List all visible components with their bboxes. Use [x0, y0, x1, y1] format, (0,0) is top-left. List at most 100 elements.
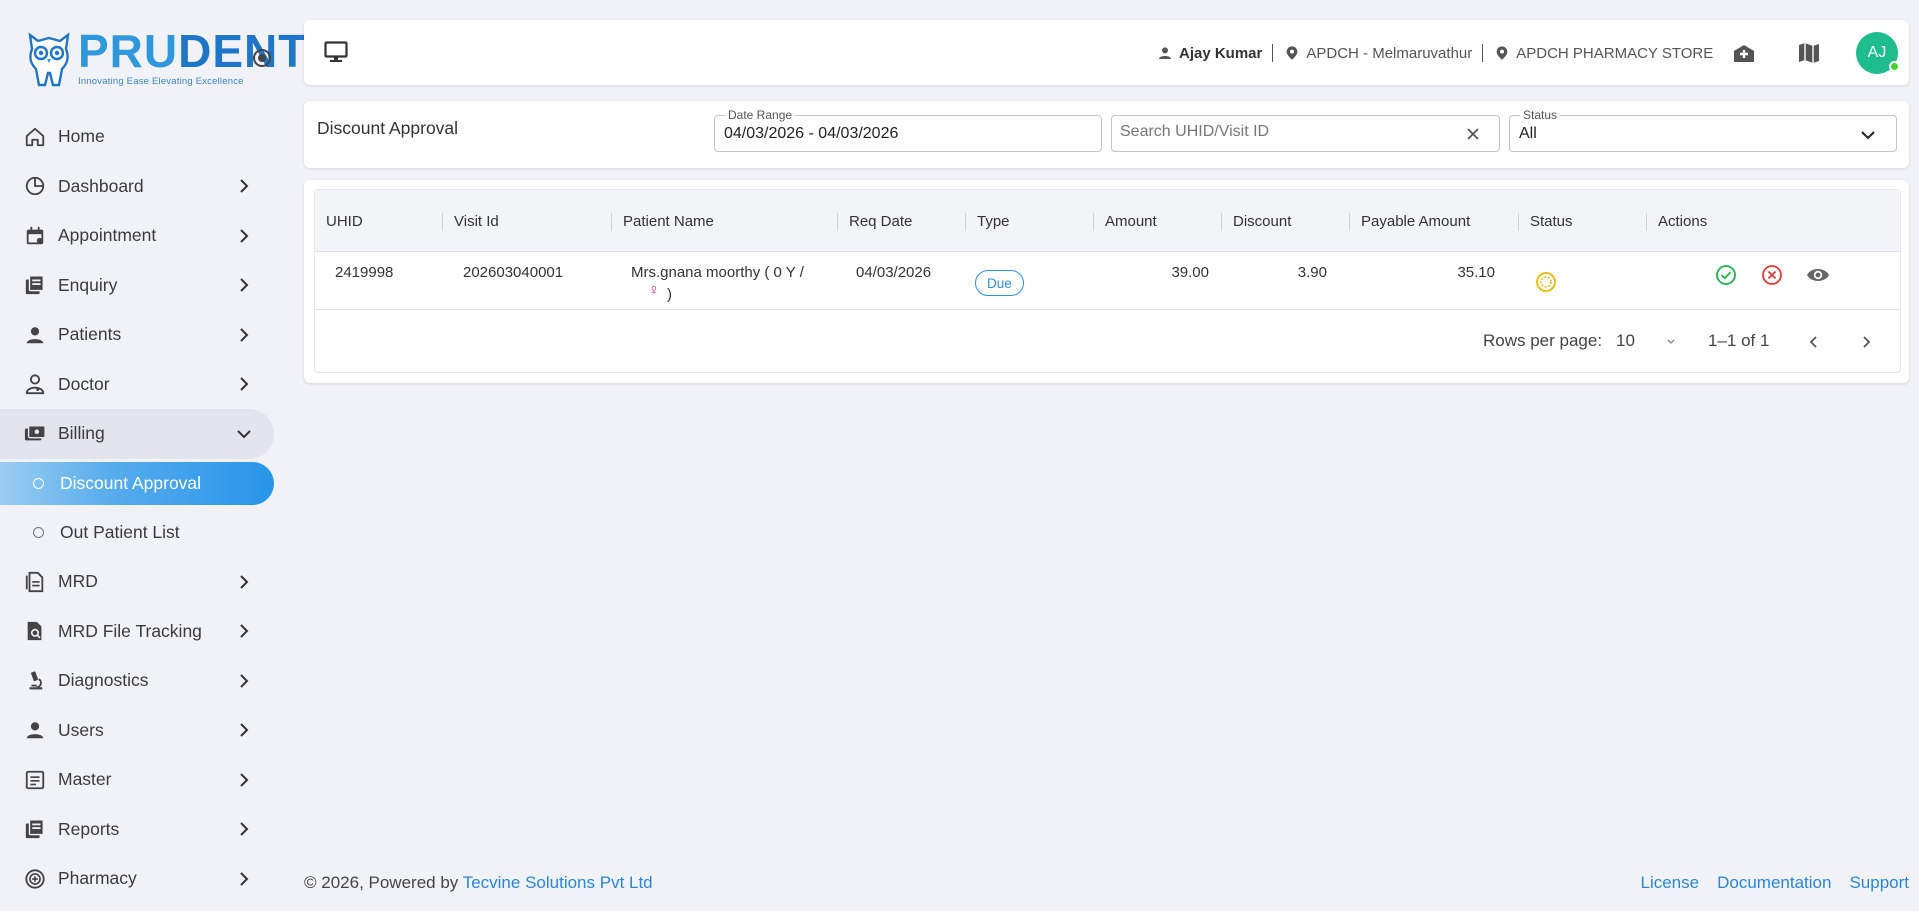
column-header-patient-name[interactable]: Patient Name — [612, 190, 838, 252]
license-link[interactable]: License — [1641, 873, 1700, 893]
sidebar-item-enquiry[interactable]: Enquiry — [0, 261, 285, 311]
status-label: Status — [1520, 108, 1561, 122]
rows-per-page-select[interactable]: 10 — [1616, 331, 1676, 353]
page-title: Discount Approval — [317, 118, 459, 138]
person-icon — [24, 324, 46, 346]
sidebar-item-dashboard[interactable]: Dashboard — [0, 162, 285, 212]
chevron-right-icon — [240, 179, 249, 193]
chevron-right-icon — [1863, 336, 1871, 348]
separator — [1272, 44, 1274, 62]
sidebar-item-label: Doctor — [58, 373, 110, 394]
sidebar: PRUDENT Innovating Ease Elevating Excell… — [0, 0, 306, 911]
user-context: Ajay Kumar APDCH - Melmaruvathur APDCH P… — [1156, 42, 1713, 64]
list-box-icon — [24, 769, 46, 791]
pharmacy-store-button[interactable] — [1731, 40, 1757, 66]
sidebar-item-label: Appointment — [58, 225, 157, 246]
column-header-type[interactable]: Type — [966, 190, 1094, 252]
owl-tooth-logo-icon — [28, 31, 70, 86]
sidebar-item-label: Users — [58, 719, 104, 740]
support-link[interactable]: Support — [1849, 873, 1909, 893]
search-field[interactable] — [1111, 115, 1500, 152]
rows-per-page-value: 10 — [1616, 331, 1635, 350]
column-header-status[interactable]: Status — [1519, 190, 1647, 252]
column-header-uhid[interactable]: UHID — [315, 190, 443, 252]
pharmacy-icon — [24, 868, 46, 890]
top-bar: Ajay Kumar APDCH - Melmaruvathur APDCH P… — [304, 20, 1909, 85]
map-icon — [1799, 43, 1819, 63]
reports-icon — [24, 818, 46, 840]
microscope-icon — [24, 670, 46, 692]
sidebar-item-doctor[interactable]: Doctor — [0, 360, 285, 410]
sidebar-item-patients[interactable]: Patients — [0, 310, 285, 360]
sidebar-item-appointment[interactable]: Appointment — [0, 211, 285, 261]
column-header-visit-id[interactable]: Visit Id — [443, 190, 612, 252]
chevron-left-icon — [1809, 336, 1817, 348]
store-name: APDCH PHARMACY STORE — [1516, 44, 1714, 62]
sidebar-subitem-label: Discount Approval — [60, 472, 202, 493]
status-value: All — [1519, 125, 1537, 142]
sidebar-item-label: Billing — [58, 423, 105, 444]
sidebar-item-billing[interactable]: Billing — [0, 409, 274, 459]
table-row[interactable]: 2419998 202603040001 Mrs.gnana moorthy (… — [315, 252, 1900, 310]
sidebar-item-mrd[interactable]: MRD — [0, 557, 285, 607]
billing-icon — [24, 423, 46, 445]
pending-icon — [1536, 272, 1556, 292]
sidebar-item-home[interactable]: Home — [0, 112, 285, 162]
chevron-right-icon — [240, 278, 249, 292]
column-header-payable-amount[interactable]: Payable Amount — [1350, 190, 1519, 252]
calendar-icon — [24, 225, 46, 247]
discount-table: UHID Visit Id Patient Name Req Date Type… — [314, 189, 1901, 373]
rows-per-page-label: Rows per page: — [1483, 331, 1603, 350]
caret-down-icon — [1667, 339, 1675, 344]
documentation-link[interactable]: Documentation — [1717, 873, 1831, 893]
documents-icon — [24, 274, 46, 296]
column-header-req-date[interactable]: Req Date — [838, 190, 966, 252]
sidebar-item-pharmacy[interactable]: Pharmacy — [0, 854, 285, 904]
view-eye-icon[interactable] — [1806, 264, 1830, 286]
status-select[interactable]: Status All — [1509, 108, 1897, 152]
chevron-right-icon — [240, 773, 249, 787]
previous-page-button[interactable] — [1801, 329, 1827, 355]
sidebar-item-master[interactable]: Master — [0, 755, 285, 805]
female-icon: ♀ — [648, 282, 660, 299]
sidebar-item-mrd-file-tracking[interactable]: MRD File Tracking — [0, 607, 285, 657]
sidebar-item-reports[interactable]: Reports — [0, 805, 285, 855]
monitor-icon[interactable] — [324, 41, 348, 63]
bullet-circle-icon — [33, 477, 44, 489]
location-pin-icon — [1283, 44, 1301, 62]
user-avatar[interactable]: AJ — [1856, 32, 1900, 74]
search-input[interactable] — [1120, 123, 1440, 141]
date-range-field[interactable]: Date Range 04/03/2026 - 04/03/2026 — [714, 108, 1102, 152]
column-header-amount[interactable]: Amount — [1094, 190, 1222, 252]
sidebar-pin-toggle[interactable] — [253, 49, 271, 67]
sidebar-subitem-out-patient-list[interactable]: Out Patient List — [0, 508, 285, 558]
next-page-button[interactable] — [1853, 329, 1879, 355]
sidebar-subitem-discount-approval[interactable]: Discount Approval — [0, 461, 274, 505]
clear-icon[interactable] — [1465, 126, 1481, 142]
column-header-discount[interactable]: Discount — [1222, 190, 1350, 252]
cell-uhid: 2419998 — [335, 264, 394, 281]
chevron-down-icon — [1861, 131, 1875, 140]
sidebar-nav: Home Dashboard Appointment Enquiry Patie… — [0, 112, 285, 904]
cell-req-date: 04/03/2026 — [856, 264, 932, 281]
sidebar-item-diagnostics[interactable]: Diagnostics — [0, 656, 285, 706]
date-range-value: 04/03/2026 - 04/03/2026 — [724, 125, 899, 142]
cell-discount: 3.90 — [1297, 264, 1327, 281]
sidebar-item-label: Home — [58, 126, 105, 147]
sidebar-item-label: Master — [58, 769, 112, 790]
hospital-icon — [1734, 45, 1754, 62]
type-badge: Due — [975, 270, 1024, 296]
chevron-right-icon — [240, 328, 249, 342]
avatar-initials: AJ — [1867, 44, 1887, 61]
sidebar-item-label: MRD File Tracking — [58, 620, 202, 641]
chevron-down-icon — [237, 430, 251, 439]
cell-visit-id: 202603040001 — [463, 264, 564, 281]
map-button[interactable] — [1796, 40, 1822, 66]
sidebar-item-label: MRD — [58, 571, 98, 592]
sidebar-item-label: Pharmacy — [58, 868, 137, 889]
sidebar-item-users[interactable]: Users — [0, 706, 285, 756]
sidebar-item-label: Diagnostics — [58, 670, 149, 691]
approve-icon[interactable] — [1715, 264, 1737, 286]
company-link[interactable]: Tecvine Solutions Pvt Ltd — [463, 873, 653, 892]
reject-icon[interactable] — [1761, 264, 1783, 286]
